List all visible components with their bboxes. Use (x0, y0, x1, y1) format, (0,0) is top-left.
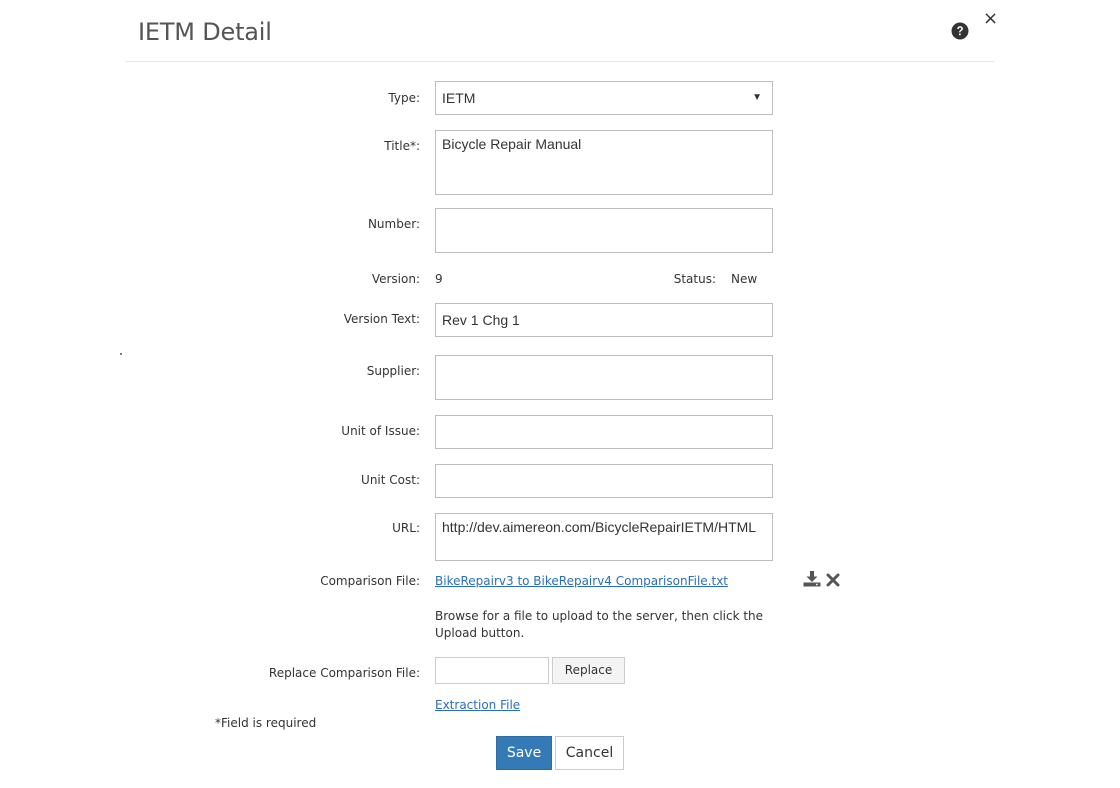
comparison-file-link[interactable]: BikeRepairv3 to BikeRepairv4 ComparisonF… (435, 574, 728, 588)
file-upload-input[interactable] (435, 657, 549, 684)
required-note: *Field is required (215, 716, 317, 730)
number-field[interactable] (435, 208, 773, 253)
dialog-title: IETM Detail (138, 18, 272, 46)
replace-button[interactable]: Replace (552, 657, 625, 684)
close-x-icon[interactable]: × (983, 10, 998, 28)
save-button[interactable]: Save (496, 736, 552, 770)
stray-dot (120, 353, 122, 355)
cancel-button[interactable]: Cancel (555, 736, 624, 770)
extraction-file-link[interactable]: Extraction File (435, 698, 520, 712)
question-circle-icon[interactable] (951, 22, 969, 40)
version-label: Version: (371, 272, 420, 286)
number-label: Number: (367, 217, 420, 231)
upload-help-text: Browse for a file to upload to the serve… (435, 609, 764, 640)
unit-cost-label: Unit Cost: (361, 473, 420, 487)
url-field[interactable]: http://dev.aimereon.com/BicycleRepairIET… (435, 513, 773, 561)
supplier-label: Supplier: (366, 364, 420, 378)
version-value: 9 (435, 272, 443, 286)
unit-of-issue-field[interactable] (435, 415, 773, 449)
unit-of-issue-label: Unit of Issue: (341, 424, 420, 438)
type-label: Type: (388, 91, 420, 105)
delete-x-icon[interactable] (826, 573, 840, 587)
comparison-file-label: Comparison File: (320, 574, 420, 588)
title-label: Title*: (384, 139, 420, 153)
status-label: Status: (673, 272, 716, 286)
type-selected-value: IETM (442, 90, 476, 106)
type-select[interactable]: IETM ▼ (435, 81, 773, 115)
status-value: New (731, 272, 758, 286)
replace-comparison-label: Replace Comparison File: (268, 666, 420, 680)
supplier-field[interactable] (435, 355, 773, 400)
version-text-field[interactable] (435, 303, 773, 337)
url-label: URL: (392, 521, 420, 535)
dropdown-arrow-icon: ▼ (752, 92, 762, 103)
header-divider (126, 61, 994, 62)
download-icon[interactable] (803, 571, 821, 587)
title-field[interactable]: Bicycle Repair Manual (435, 130, 773, 195)
version-text-label: Version Text: (343, 312, 420, 326)
unit-cost-field[interactable] (435, 464, 773, 498)
